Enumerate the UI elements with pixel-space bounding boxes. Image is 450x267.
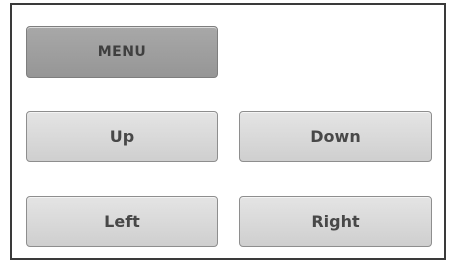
left-button[interactable]: Left bbox=[26, 196, 218, 247]
right-button[interactable]: Right bbox=[239, 196, 432, 247]
up-button[interactable]: Up bbox=[26, 111, 218, 162]
menu-button[interactable]: MENU bbox=[26, 26, 218, 78]
down-button[interactable]: Down bbox=[239, 111, 432, 162]
control-panel: MENU Up Down Left Right bbox=[10, 3, 446, 260]
